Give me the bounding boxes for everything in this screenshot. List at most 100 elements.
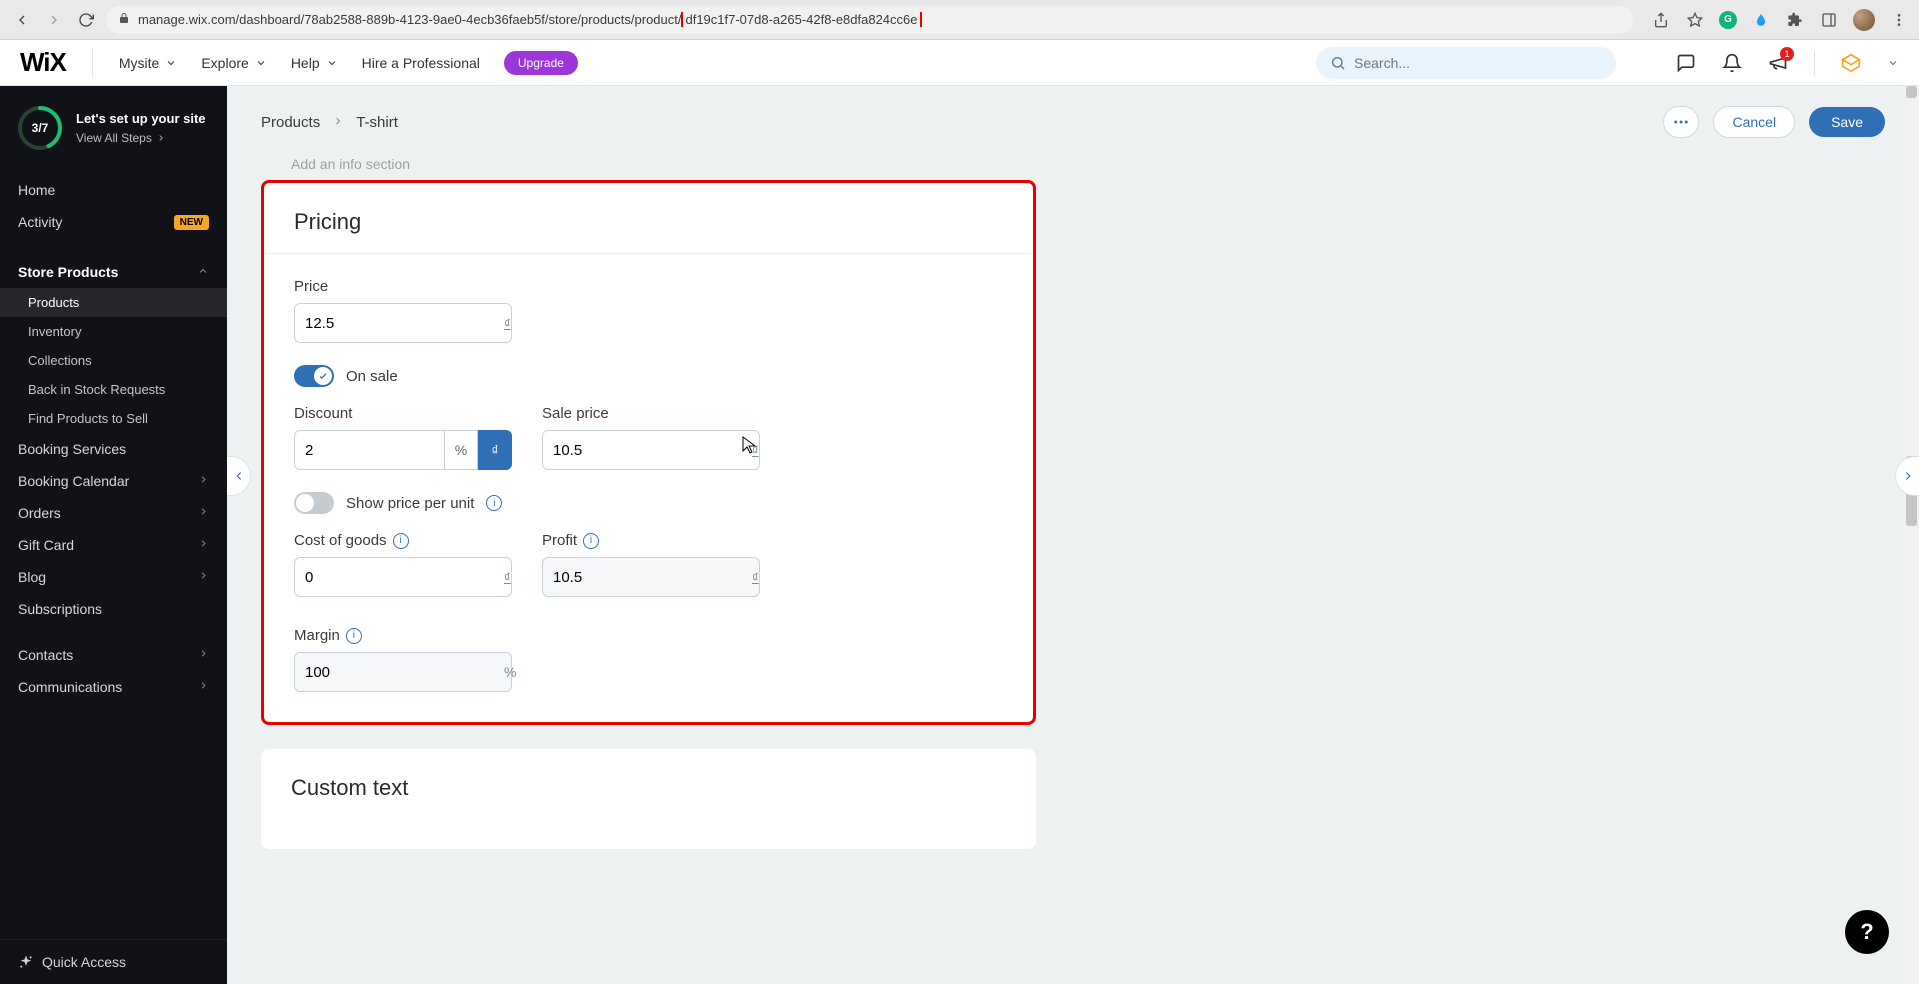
progress-ring: 3/7 bbox=[16, 104, 64, 152]
profile-avatar[interactable] bbox=[1853, 9, 1875, 31]
discount-currency-button[interactable]: ₫ bbox=[478, 430, 512, 470]
extensions-icon[interactable] bbox=[1785, 10, 1805, 30]
panel-icon[interactable] bbox=[1819, 10, 1839, 30]
sparkle-icon bbox=[18, 954, 34, 970]
site-selector[interactable]: Mysite bbox=[119, 55, 177, 71]
url-text: manage.wix.com/dashboard/78ab2588-889b-4… bbox=[138, 12, 922, 27]
notification-badge: 1 bbox=[1780, 47, 1794, 61]
price-label: Price bbox=[294, 278, 1003, 295]
info-icon[interactable]: i bbox=[486, 495, 502, 511]
add-info-section-link[interactable]: Add an info section bbox=[291, 156, 1885, 172]
quick-access-button[interactable]: Quick Access bbox=[0, 939, 227, 984]
discount-percent-button[interactable]: % bbox=[444, 430, 478, 470]
sidebar-item-booking-services[interactable]: Booking Services bbox=[0, 433, 227, 465]
back-button[interactable] bbox=[10, 8, 34, 32]
sidebar-sub-products[interactable]: Products bbox=[0, 288, 227, 317]
sidebar: 3/7 Let's set up your site View All Step… bbox=[0, 86, 227, 984]
wix-logo[interactable]: WiX bbox=[20, 47, 66, 78]
check-icon bbox=[318, 371, 328, 381]
currency-unit: ₫ bbox=[504, 316, 511, 331]
price-input-wrap[interactable]: ₫ bbox=[294, 303, 512, 343]
price-per-unit-label: Show price per unit bbox=[346, 495, 474, 512]
search-icon bbox=[1330, 55, 1346, 71]
currency-unit: ₫ bbox=[504, 570, 511, 585]
star-icon[interactable] bbox=[1685, 10, 1705, 30]
view-steps-link[interactable]: View All Steps bbox=[76, 131, 206, 145]
breadcrumb-current: T-shirt bbox=[356, 114, 398, 131]
inbox-icon[interactable] bbox=[1676, 53, 1696, 73]
toggle-knob bbox=[314, 367, 332, 385]
extension-grammarly-icon[interactable]: G bbox=[1719, 11, 1737, 29]
upgrade-button[interactable]: Upgrade bbox=[504, 51, 578, 75]
margin-value bbox=[305, 664, 504, 681]
info-icon[interactable]: i bbox=[346, 628, 362, 644]
sidebar-item-booking-calendar[interactable]: Booking Calendar bbox=[0, 465, 227, 497]
share-icon[interactable] bbox=[1651, 10, 1671, 30]
sidebar-item-activity[interactable]: Activity NEW bbox=[0, 206, 227, 238]
progress-text: 3/7 bbox=[16, 104, 64, 152]
sidebar-item-home[interactable]: Home bbox=[0, 174, 227, 206]
breadcrumb: Products T-shirt bbox=[261, 114, 398, 131]
global-search[interactable] bbox=[1316, 47, 1616, 79]
more-actions-button[interactable] bbox=[1663, 106, 1699, 138]
custom-text-title: Custom text bbox=[291, 775, 1006, 801]
on-sale-toggle[interactable] bbox=[294, 365, 334, 387]
address-bar[interactable]: manage.wix.com/dashboard/78ab2588-889b-4… bbox=[106, 6, 1633, 34]
chevron-right-icon bbox=[198, 506, 209, 520]
chevron-right-icon bbox=[198, 538, 209, 552]
help-fab[interactable]: ? bbox=[1845, 910, 1889, 954]
help-menu[interactable]: Help bbox=[291, 55, 338, 71]
profit-label: Profit bbox=[542, 532, 577, 549]
lock-icon bbox=[118, 12, 130, 27]
sidebar-sub-collections[interactable]: Collections bbox=[0, 346, 227, 375]
sale-price-label: Sale price bbox=[542, 405, 760, 422]
explore-menu[interactable]: Explore bbox=[201, 55, 266, 71]
discount-input-wrap[interactable] bbox=[294, 430, 444, 470]
sidebar-sub-find-products[interactable]: Find Products to Sell bbox=[0, 404, 227, 433]
sale-price-input-wrap[interactable]: ₫ bbox=[542, 430, 760, 470]
setup-title: Let's set up your site bbox=[76, 111, 206, 127]
url-highlighted-segment: df19c1f7-07d8-a265-42f8-e8dfa824cc6e bbox=[681, 12, 921, 27]
main-content: Products T-shirt Cancel Save Add an info… bbox=[227, 86, 1919, 984]
price-per-unit-toggle[interactable] bbox=[294, 492, 334, 514]
reload-button[interactable] bbox=[74, 8, 98, 32]
sidebar-item-blog[interactable]: Blog bbox=[0, 561, 227, 593]
price-input[interactable] bbox=[305, 315, 504, 332]
notifications-icon[interactable] bbox=[1722, 53, 1742, 73]
extension-drop-icon[interactable] bbox=[1751, 10, 1771, 30]
search-input[interactable] bbox=[1354, 55, 1602, 71]
announcements-icon[interactable]: 1 bbox=[1768, 53, 1788, 73]
pricing-title: Pricing bbox=[294, 209, 1003, 235]
chevron-right-icon bbox=[198, 474, 209, 488]
info-icon[interactable]: i bbox=[583, 533, 599, 549]
on-sale-label: On sale bbox=[346, 368, 398, 385]
pricing-card: Pricing Price ₫ On sale bbox=[261, 180, 1036, 725]
scroll-up-arrow[interactable] bbox=[1906, 86, 1917, 98]
kebab-menu-icon[interactable] bbox=[1889, 10, 1909, 30]
sidebar-item-store-products[interactable]: Store Products bbox=[0, 256, 227, 288]
breadcrumb-products[interactable]: Products bbox=[261, 114, 320, 131]
sidebar-item-subscriptions[interactable]: Subscriptions bbox=[0, 593, 227, 625]
sidebar-item-communications[interactable]: Communications bbox=[0, 671, 227, 703]
chevron-down-icon[interactable] bbox=[1887, 57, 1899, 69]
setup-progress[interactable]: 3/7 Let's set up your site View All Step… bbox=[0, 86, 227, 170]
sidebar-item-orders[interactable]: Orders bbox=[0, 497, 227, 529]
sidebar-item-contacts[interactable]: Contacts bbox=[0, 639, 227, 671]
info-icon[interactable]: i bbox=[393, 533, 409, 549]
cancel-button[interactable]: Cancel bbox=[1713, 106, 1795, 138]
cost-of-goods-input[interactable] bbox=[305, 569, 504, 586]
sidebar-sub-inventory[interactable]: Inventory bbox=[0, 317, 227, 346]
app-switcher-icon[interactable] bbox=[1841, 53, 1861, 73]
cost-of-goods-input-wrap[interactable]: ₫ bbox=[294, 557, 512, 597]
forward-button[interactable] bbox=[42, 8, 66, 32]
custom-text-card: Custom text bbox=[261, 749, 1036, 849]
save-button[interactable]: Save bbox=[1809, 107, 1885, 137]
sidebar-item-gift-card[interactable]: Gift Card bbox=[0, 529, 227, 561]
chevron-right-icon bbox=[198, 648, 209, 662]
sidebar-sub-back-in-stock[interactable]: Back in Stock Requests bbox=[0, 375, 227, 404]
browser-actions: G bbox=[1641, 9, 1909, 31]
hire-professional-link[interactable]: Hire a Professional bbox=[362, 55, 480, 71]
new-badge: NEW bbox=[174, 215, 209, 230]
discount-label: Discount bbox=[294, 405, 512, 422]
sale-price-input[interactable] bbox=[553, 442, 752, 459]
